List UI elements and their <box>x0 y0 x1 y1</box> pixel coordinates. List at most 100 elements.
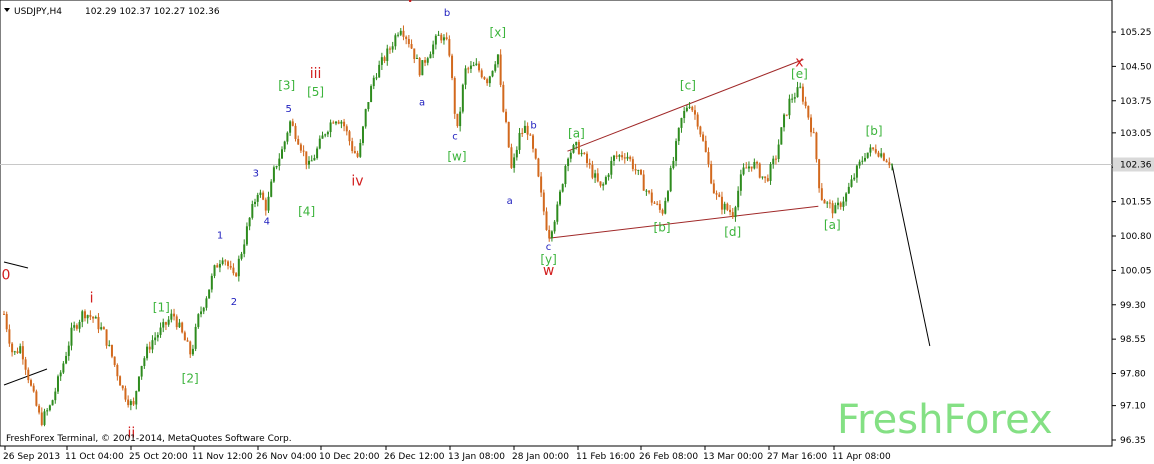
x-axis: 26 Sep 2013 11 Oct 04:00 25 Oct 20:00 11 No… <box>3 446 891 462</box>
y-tick-label: 96.35 <box>1120 436 1146 446</box>
wave-label-blue: 3 <box>253 168 259 179</box>
x-tick-label: 28 Jan 00:00 <box>512 452 569 462</box>
candle-down <box>119 375 122 386</box>
wave-label-green: [y] <box>540 253 556 267</box>
y-tick-label: 98.55 <box>1120 335 1146 345</box>
chart-plot-area <box>0 0 1113 447</box>
candle-up <box>56 374 59 394</box>
wave-label-green: [1] <box>153 301 170 315</box>
x-tick-label: 26 Feb 08:00 <box>639 452 698 462</box>
candle-up <box>361 125 364 146</box>
x-tick-label: 26 Dec 12:00 <box>384 452 445 462</box>
chart-symbol: USDJPY,H4 <box>14 7 62 17</box>
x-tick-label: 13 Jan 08:00 <box>448 452 505 462</box>
price-badge-label: 102.36 <box>1120 160 1152 170</box>
candle-up <box>780 127 783 145</box>
y-axis: 105.25104.50103.75103.05102.30101.55100.… <box>1112 28 1152 446</box>
x-tick-label: 26 Sep 2013 <box>3 452 60 462</box>
candle-down <box>451 53 454 81</box>
y-tick-label: 100.05 <box>1120 266 1152 276</box>
candle-up <box>270 179 273 198</box>
x-tick-label: 11 Feb 16:00 <box>576 452 635 462</box>
wave-label-blue: 4 <box>264 217 270 228</box>
wave-label-green: [x] <box>490 26 506 40</box>
candle-up <box>370 84 373 103</box>
y-tick-label: 99.30 <box>1120 301 1146 311</box>
x-tick-label: 25 Oct 20:00 <box>129 452 188 462</box>
wave-label-green: [a] <box>568 126 585 140</box>
candle-down <box>507 121 510 148</box>
x-tick-label: 11 Nov 12:00 <box>192 452 253 462</box>
y-tick-label: 104.50 <box>1120 62 1152 72</box>
candle-down <box>882 152 885 162</box>
candle-up <box>572 143 575 154</box>
wave-label-blue: c <box>452 132 458 143</box>
y-tick-label: 101.55 <box>1120 198 1152 208</box>
candle-up <box>556 201 559 225</box>
candle-up <box>561 183 564 193</box>
y-tick-label: 97.10 <box>1120 402 1146 412</box>
wave-label-blue: b <box>444 8 450 19</box>
wave-label-green: [b] <box>866 124 883 138</box>
wave-label-green: [d] <box>724 225 741 239</box>
y-tick-label: 97.80 <box>1120 370 1146 380</box>
candle-down <box>35 389 38 407</box>
candle-down <box>5 311 8 333</box>
wave-label-blue: c <box>546 242 552 253</box>
candle-down <box>181 321 184 334</box>
y-tick-label: 103.75 <box>1120 97 1152 107</box>
candle-down <box>502 81 505 113</box>
candle-down <box>815 131 818 163</box>
wave-label-green: [b] <box>654 220 671 234</box>
candle-up <box>51 399 54 406</box>
candle-up <box>666 189 669 203</box>
candle-up <box>197 313 200 329</box>
wave-label-red: 0 <box>2 268 11 284</box>
candle-up <box>364 108 367 129</box>
wave-label-green: [e] <box>791 67 808 81</box>
x-tick-label: 11 Oct 04:00 <box>65 452 124 462</box>
candle-up <box>208 289 211 299</box>
candle-down <box>110 344 113 359</box>
y-tick-label: 105.25 <box>1120 28 1152 38</box>
x-tick-label: 10 Dec 20:00 <box>319 452 380 462</box>
wave-label-blue: 2 <box>231 297 237 308</box>
x-tick-label: 27 Mar 16:00 <box>767 452 827 462</box>
wave-label-blue: a <box>419 97 425 108</box>
candle-down <box>542 189 545 216</box>
candle-up <box>272 165 275 183</box>
candle-up <box>137 376 140 393</box>
wave-label-red: iii <box>310 66 322 82</box>
y-tick-label: 103.05 <box>1120 129 1152 139</box>
price-chart: 0iiiiiiivvwx12345abcabc[1][2][3][4][5][w… <box>0 0 1154 462</box>
candle-down <box>294 123 297 142</box>
wave-label-green: [3] <box>278 78 295 92</box>
candle-up <box>866 152 869 159</box>
candle-down <box>537 157 540 178</box>
candle-down <box>453 76 456 119</box>
wave-label-green: [w] <box>447 149 466 163</box>
candle-up <box>559 189 562 207</box>
chart-header: USDJPY,H4 102.29 102.37 102.27 102.36 <box>4 7 220 17</box>
candle-up <box>461 83 464 114</box>
wave-label-blue: b <box>530 120 536 131</box>
wave-label-red: i <box>90 290 94 306</box>
candle-down <box>818 158 821 193</box>
wave-label-red: v <box>406 0 414 6</box>
candle-up <box>194 323 197 352</box>
current-price-badge: 102.36 <box>1113 157 1154 172</box>
watermark: FreshForex <box>837 397 1053 443</box>
candle-down <box>499 49 502 88</box>
x-tick-label: 11 Apr 08:00 <box>832 452 891 462</box>
x-tick-label: 13 Mar 00:00 <box>703 452 763 462</box>
candle-down <box>726 202 729 212</box>
wave-label-blue: 5 <box>286 104 292 115</box>
candle-up <box>564 164 567 188</box>
wave-label-red: iv <box>351 174 363 190</box>
candle-up <box>491 70 494 78</box>
wave-label-green: [2] <box>182 372 199 386</box>
candle-down <box>758 162 761 179</box>
candle-down <box>456 113 459 128</box>
wave-label-green: [c] <box>680 78 696 92</box>
copyright-footer: FreshForex Terminal, © 2001-2014, MetaQu… <box>6 434 292 444</box>
